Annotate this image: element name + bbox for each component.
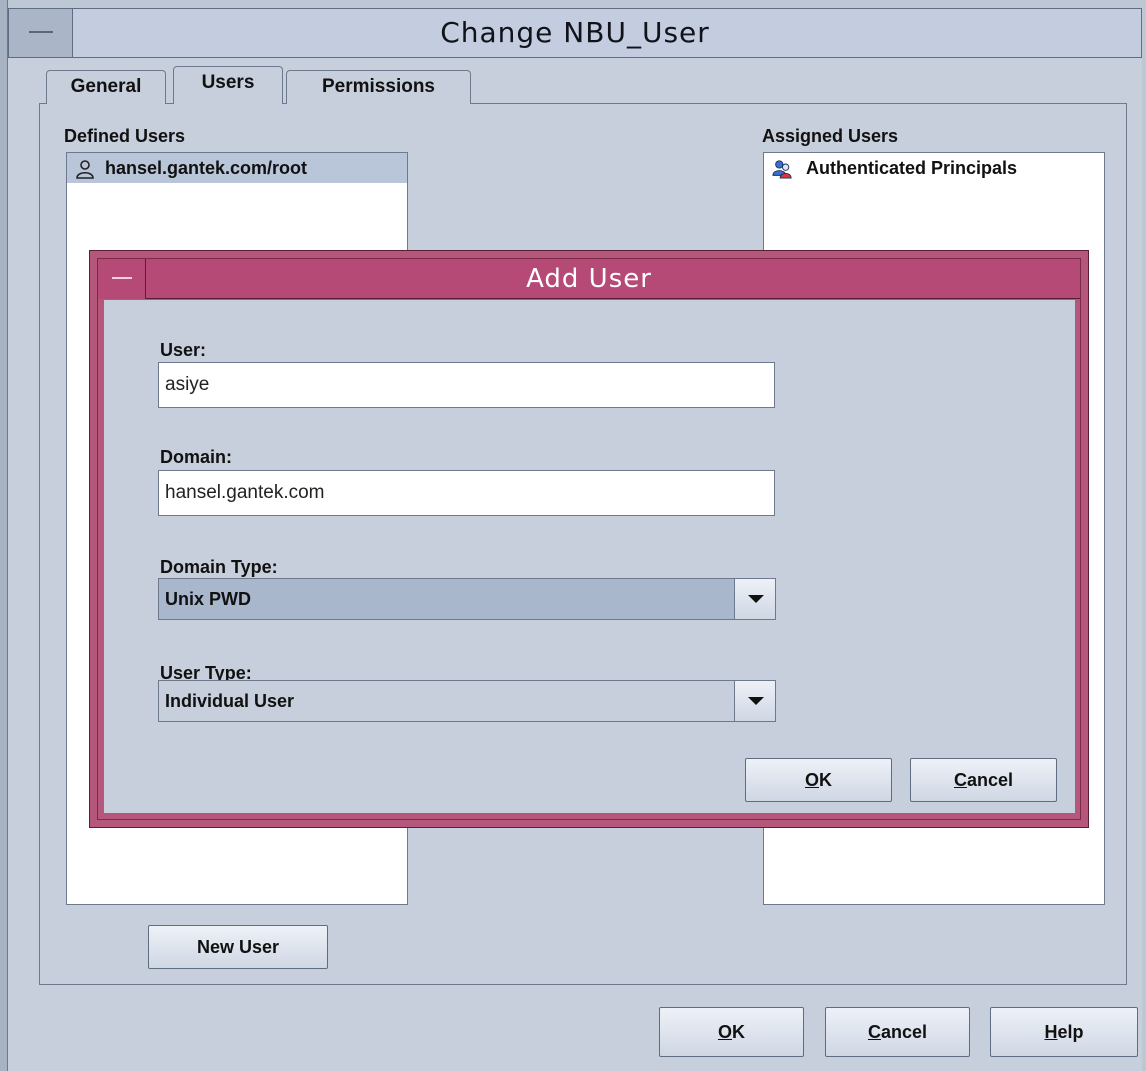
help-button[interactable]: Help [990, 1007, 1138, 1057]
ok-label: K [732, 1022, 745, 1042]
tab-general[interactable]: General [46, 70, 166, 104]
tab-users[interactable]: Users [173, 66, 283, 104]
domain-input[interactable]: hansel.gantek.com [158, 470, 775, 516]
domain-type-dropdown-button[interactable] [734, 579, 775, 619]
dialog-title: Add User [526, 264, 652, 294]
ok-mnemonic: O [804, 770, 819, 790]
dialog-ok-button[interactable]: OK [745, 758, 892, 802]
help-label: elp [1057, 1022, 1084, 1042]
user-type-dropdown-button[interactable] [734, 681, 775, 721]
cancel-mnemonic: C [953, 770, 967, 790]
assigned-users-label: Assigned Users [762, 126, 899, 146]
chevron-down-icon [748, 595, 764, 603]
ok-mnemonic: O [717, 1022, 732, 1042]
tab-permissions[interactable]: Permissions [286, 70, 471, 104]
list-item-label: hansel.gantek.com/root [105, 158, 308, 178]
domain-type-label: Domain Type: [160, 557, 278, 577]
defined-users-label: Defined Users [64, 126, 186, 146]
user-input[interactable]: asiye [158, 362, 775, 408]
list-item[interactable]: Authenticated Principals [764, 153, 1104, 183]
cancel-label: ancel [880, 1022, 928, 1042]
outer-title-bar[interactable]: Change NBU_User [8, 8, 1142, 58]
list-item[interactable]: hansel.gantek.com/root [67, 153, 407, 183]
cancel-mnemonic: C [867, 1022, 881, 1042]
cancel-label: ancel [966, 770, 1014, 790]
domain-field-label: Domain: [160, 447, 232, 467]
group-icon [772, 160, 792, 179]
user-type-value: Individual User [165, 691, 295, 711]
user-field-label: User: [160, 340, 207, 360]
chevron-down-icon [748, 697, 764, 705]
ok-label: K [819, 770, 832, 790]
dialog-cancel-button[interactable]: Cancel [910, 758, 1057, 802]
list-item-label: Authenticated Principals [806, 158, 1018, 178]
add-user-dialog-title-bar[interactable]: Add User [98, 259, 1080, 299]
ok-button[interactable]: OK [659, 1007, 804, 1057]
user-type-select[interactable]: Individual User [158, 680, 776, 722]
new-user-button[interactable]: New User [148, 925, 328, 969]
outer-window-frame [0, 0, 8, 1071]
help-mnemonic: H [1044, 1022, 1058, 1042]
window-title: Change NBU_User [440, 16, 710, 49]
user-icon [76, 160, 94, 179]
domain-type-value: Unix PWD [165, 589, 252, 609]
domain-type-select[interactable]: Unix PWD [158, 578, 776, 620]
cancel-button[interactable]: Cancel [825, 1007, 970, 1057]
